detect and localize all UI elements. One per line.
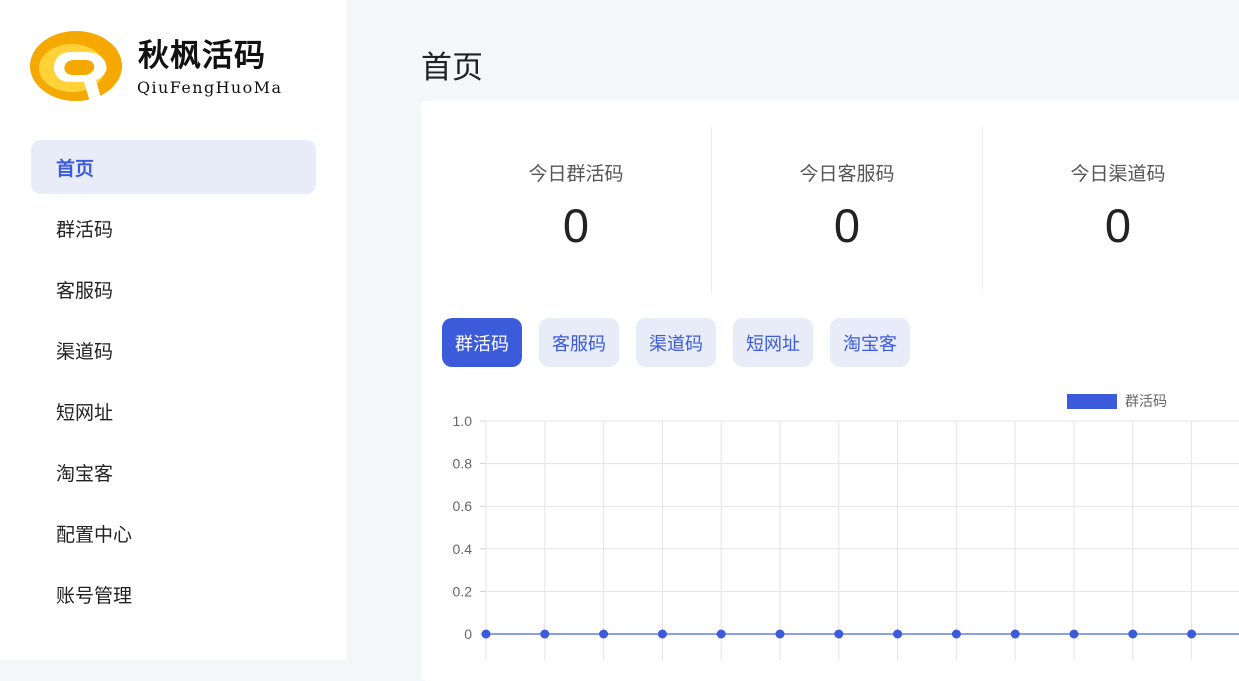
stat-value: 0 (562, 199, 590, 252)
stats-row: 今日群活码 0 今日客服码 0 今日渠道码 0 (441, 127, 1239, 293)
sidebar-item-channel-code[interactable]: 渠道码 (31, 323, 316, 377)
stat-today-group-code: 今日群活码 0 (441, 127, 712, 293)
tab-short-url[interactable]: 短网址 (733, 318, 813, 367)
stat-today-channel-code: 今日渠道码 0 (983, 127, 1239, 293)
sidebar-nav: 首页 群活码 客服码 渠道码 短网址 淘宝客 配置中心 账号管理 (31, 140, 316, 628)
y-tick-label: 0.8 (453, 456, 473, 472)
data-point (893, 629, 903, 639)
data-point (716, 629, 726, 639)
sidebar-item-taobaoke[interactable]: 淘宝客 (31, 445, 316, 499)
data-point (834, 629, 844, 639)
sidebar-item-config-center[interactable]: 配置中心 (31, 506, 316, 560)
data-point (599, 629, 609, 639)
data-point (1069, 629, 1079, 639)
stat-label: 今日客服码 (799, 163, 895, 185)
data-point (481, 629, 491, 639)
sidebar-item-group-code[interactable]: 群活码 (31, 201, 316, 255)
chart-svg: 群活码 0 0.2 0.4 0.6 0.8 1.0 (453, 394, 1239, 660)
tab-service-code[interactable]: 客服码 (539, 318, 619, 367)
data-point (1010, 629, 1020, 639)
sidebar-item-short-url[interactable]: 短网址 (31, 384, 316, 438)
stat-today-service-code: 今日客服码 0 (712, 127, 983, 293)
stat-label: 今日渠道码 (1070, 163, 1166, 185)
data-point (1187, 629, 1197, 639)
tab-channel-code[interactable]: 渠道码 (636, 318, 716, 367)
y-tick-label: 0.2 (453, 583, 473, 599)
y-tick-label: 0.6 (453, 498, 473, 514)
sidebar: 秋枫活码 QiuFengHuoMa 首页 群活码 客服码 渠道码 短网址 淘宝客… (0, 0, 347, 660)
brand-name-en: QiuFengHuoMa (137, 78, 283, 97)
data-point (951, 629, 961, 639)
legend-swatch (1067, 394, 1117, 409)
line-chart: 群活码 0 0.2 0.4 0.6 0.8 1.0 (421, 381, 1239, 681)
sidebar-item-home[interactable]: 首页 (31, 140, 316, 194)
chart-tabs: 群活码 客服码 渠道码 短网址 淘宝客 (442, 318, 927, 367)
y-tick-label: 0 (464, 626, 472, 642)
tab-group-code[interactable]: 群活码 (442, 318, 522, 367)
data-point (540, 629, 550, 639)
sidebar-item-service-code[interactable]: 客服码 (31, 262, 316, 316)
brand-logo[interactable]: 秋枫活码 QiuFengHuoMa (30, 30, 320, 106)
y-tick-label: 1.0 (453, 413, 473, 429)
stat-value: 0 (1104, 199, 1132, 252)
tab-taobaoke[interactable]: 淘宝客 (830, 318, 910, 367)
sidebar-item-account-management[interactable]: 账号管理 (31, 567, 316, 621)
page-title: 首页 (421, 50, 483, 86)
legend-label: 群活码 (1125, 394, 1167, 410)
qf-logo-icon (30, 31, 122, 102)
main-content: 首页 今日群活码 0 今日客服码 0 今日渠道码 0 群活码 客服码 渠道码 短… (347, 0, 1239, 681)
data-point (657, 629, 667, 639)
data-point (1128, 629, 1138, 639)
dashboard-card: 今日群活码 0 今日客服码 0 今日渠道码 0 群活码 客服码 渠道码 短网址 … (421, 101, 1239, 681)
brand-name-cn: 秋枫活码 (138, 38, 266, 74)
stat-value: 0 (833, 199, 861, 252)
stat-label: 今日群活码 (528, 163, 624, 185)
data-point (775, 629, 785, 639)
y-tick-label: 0.4 (453, 541, 473, 557)
